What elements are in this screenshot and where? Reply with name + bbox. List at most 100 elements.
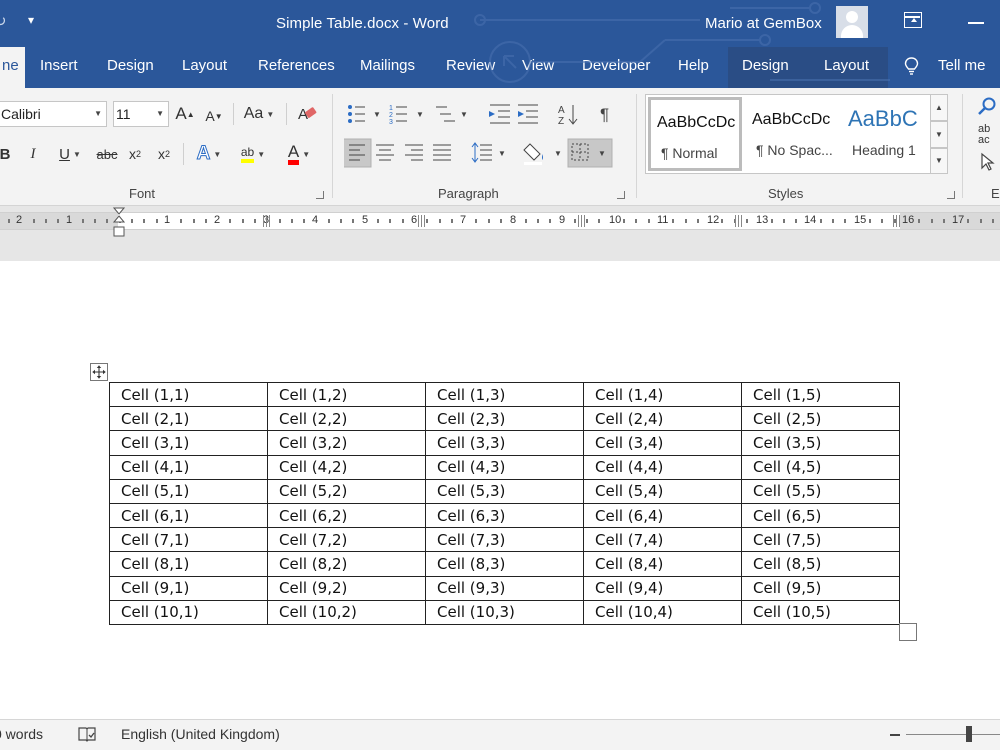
language-indicator[interactable]: English (United Kingdom) [121,726,280,742]
table-cell[interactable]: Cell (8,3) [425,551,584,577]
table-cell[interactable]: Cell (4,3) [425,454,584,480]
table-cell[interactable]: Cell (4,5) [741,454,900,480]
italic-button[interactable]: I [24,141,42,167]
table-cell[interactable]: Cell (7,5) [741,527,900,553]
ribbon-display-options-icon[interactable] [904,12,922,28]
table-resize-handle[interactable] [899,623,917,641]
gallery-scroll-up-icon[interactable]: ▲ [930,94,948,121]
subscript-button[interactable]: x2 [125,141,145,167]
table-cell[interactable]: Cell (5,3) [425,478,584,504]
underline-button[interactable]: U ▼ [52,141,88,167]
redo-icon[interactable]: ↻ [0,12,7,30]
gallery-more-icon[interactable]: ▼ [930,148,948,174]
table-cell[interactable]: Cell (6,3) [425,502,584,529]
gallery-scroll-down-icon[interactable]: ▼ [930,121,948,148]
table-cell[interactable]: Cell (7,1) [109,527,268,553]
tab-references[interactable]: References [248,47,345,88]
lightbulb-icon[interactable] [904,57,919,75]
table-cell[interactable]: Cell (7,2) [267,527,426,553]
table-cell[interactable]: Cell (10,5) [741,599,900,625]
avatar[interactable] [836,6,868,38]
table-cell[interactable]: Cell (5,1) [109,478,268,504]
horizontal-ruler[interactable]: 211234567891011121314151617 [0,212,1000,230]
tab-table-design[interactable]: Design [728,47,806,88]
table-cell[interactable]: Cell (8,2) [267,551,426,577]
column-marker-icon[interactable] [418,215,427,227]
table-cell[interactable]: Cell (2,1) [109,406,268,432]
tab-developer[interactable]: Developer [572,47,660,88]
find-icon[interactable] [976,96,1000,118]
table-cell[interactable]: Cell (1,3) [425,381,584,408]
table-cell[interactable]: Cell (2,5) [741,406,900,432]
table-cell[interactable]: Cell (8,1) [109,551,268,577]
table-cell[interactable]: Cell (3,5) [741,430,900,456]
table-cell[interactable]: Cell (1,5) [741,381,900,408]
table-cell[interactable]: Cell (1,2) [267,381,426,408]
clear-formatting-icon[interactable]: A [297,103,319,125]
style-normal[interactable]: AaBbCcDc ¶ Normal [648,97,742,171]
minimize-icon[interactable] [968,22,984,24]
table-cell[interactable]: Cell (6,4) [583,502,742,529]
tab-insert[interactable]: Insert [30,47,88,88]
user-name[interactable]: Mario at GemBox [705,15,822,32]
font-name-field[interactable]: Calibri ▼ [0,101,107,127]
table-cell[interactable]: Cell (3,4) [583,430,742,456]
table-cell[interactable]: Cell (6,1) [109,502,268,529]
table-cell[interactable]: Cell (10,2) [267,599,426,625]
strikethrough-button[interactable]: abc [94,141,120,167]
font-size-field[interactable]: 11 ▼ [113,101,169,127]
tab-view[interactable]: View [512,47,564,88]
font-color-button[interactable]: A ▼ [279,141,319,167]
paragraph-dialog-launcher-icon[interactable] [617,191,625,199]
tab-home[interactable]: ne [0,47,25,88]
grow-font-button[interactable]: A ▲ [174,101,196,127]
table-cell[interactable]: Cell (9,1) [109,575,268,601]
font-dialog-launcher-icon[interactable] [316,191,324,199]
tab-design[interactable]: Design [97,47,164,88]
tab-table-layout[interactable]: Layout [806,47,888,88]
table-cell[interactable]: Cell (4,4) [583,454,742,480]
column-marker-icon[interactable] [263,215,272,227]
table-cell[interactable]: Cell (9,4) [583,575,742,601]
table-cell[interactable]: Cell (5,2) [267,478,426,504]
style-no-spacing[interactable]: AaBbCcDc ¶ No Spac... [746,97,840,171]
table-cell[interactable]: Cell (8,5) [741,551,900,577]
word-count[interactable]: 0 words [0,726,43,742]
table-cell[interactable]: Cell (3,1) [109,430,268,456]
table-cell[interactable]: Cell (10,4) [583,599,742,625]
tab-help[interactable]: Help [668,47,719,88]
table-cell[interactable]: Cell (3,2) [267,430,426,456]
table-cell[interactable]: Cell (2,3) [425,406,584,432]
table-cell[interactable]: Cell (10,1) [109,599,268,625]
table-cell[interactable]: Cell (10,3) [425,599,584,625]
table-cell[interactable]: Cell (3,3) [425,430,584,456]
table-cell[interactable]: Cell (1,4) [583,381,742,408]
table-cell[interactable]: Cell (4,2) [267,454,426,480]
table-cell[interactable]: Cell (6,5) [741,502,900,529]
tell-me-search[interactable]: Tell me [938,47,986,85]
table-cell[interactable]: Cell (2,2) [267,406,426,432]
zoom-out-icon[interactable] [890,734,900,736]
tab-review[interactable]: Review [436,47,505,88]
select-cursor-icon[interactable] [980,152,996,172]
tab-mailings[interactable]: Mailings [350,47,425,88]
zoom-slider[interactable] [906,734,1000,735]
zoom-slider-thumb[interactable] [966,726,972,742]
table-cell[interactable]: Cell (2,4) [583,406,742,432]
change-case-button[interactable]: Aa ▼ [239,101,279,127]
table-cell[interactable]: Cell (1,1) [109,381,268,408]
text-effects-button[interactable]: A ▼ [192,141,226,167]
table-cell[interactable]: Cell (6,2) [267,502,426,529]
table-cell[interactable]: Cell (7,4) [583,527,742,553]
bold-button[interactable]: B [0,141,14,167]
table-cell[interactable]: Cell (5,5) [741,478,900,504]
style-heading-1[interactable]: AaBbC Heading 1 [842,97,936,171]
tab-layout[interactable]: Layout [172,47,237,88]
table-cell[interactable]: Cell (9,5) [741,575,900,601]
table-cell[interactable]: Cell (4,1) [109,454,268,480]
table-cell[interactable]: Cell (9,2) [267,575,426,601]
table-move-handle-icon[interactable] [90,363,108,381]
column-marker-icon[interactable] [893,215,902,227]
column-marker-icon[interactable] [735,215,744,227]
table-cell[interactable]: Cell (8,4) [583,551,742,577]
